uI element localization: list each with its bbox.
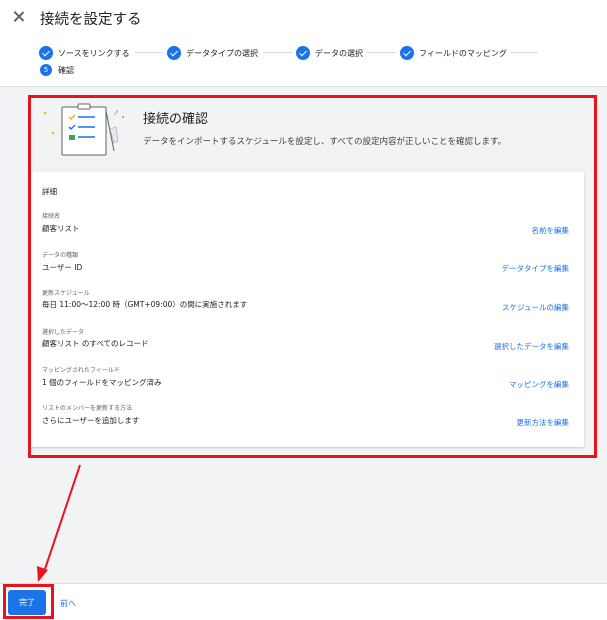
step-label: データタイプの選択 <box>186 48 258 58</box>
dialog-header: 接続を設定する <box>0 0 607 36</box>
back-button[interactable]: 前へ <box>60 598 76 609</box>
step-label: データの選択 <box>315 48 363 58</box>
step-label: ソースをリンクする <box>58 48 130 58</box>
step-number: 5 <box>40 64 52 76</box>
stepper: ソースをリンクする データタイプの選択 データの選択 フィールドのマッピング 5… <box>0 40 607 84</box>
step-connector <box>510 52 538 53</box>
close-icon[interactable] <box>11 9 27 25</box>
footer-bar <box>0 583 607 620</box>
step-confirm[interactable]: 5 確認 <box>40 64 74 76</box>
step-data-select[interactable]: データの選択 <box>296 46 363 60</box>
check-circle-icon <box>39 46 53 60</box>
check-circle-icon <box>167 46 181 60</box>
step-connector <box>263 52 292 53</box>
highlight-box <box>28 95 597 458</box>
dialog-title: 接続を設定する <box>40 12 142 28</box>
step-field-mapping[interactable]: フィールドのマッピング <box>400 46 507 60</box>
step-label: 確認 <box>58 65 74 75</box>
check-circle-icon <box>400 46 414 60</box>
step-connector <box>135 52 163 53</box>
check-circle-icon <box>296 46 310 60</box>
done-button[interactable]: 完了 <box>8 590 46 615</box>
step-connector <box>366 52 396 53</box>
step-link-source[interactable]: ソースをリンクする <box>39 46 130 60</box>
step-label: フィールドのマッピング <box>419 48 507 58</box>
step-data-type[interactable]: データタイプの選択 <box>167 46 258 60</box>
